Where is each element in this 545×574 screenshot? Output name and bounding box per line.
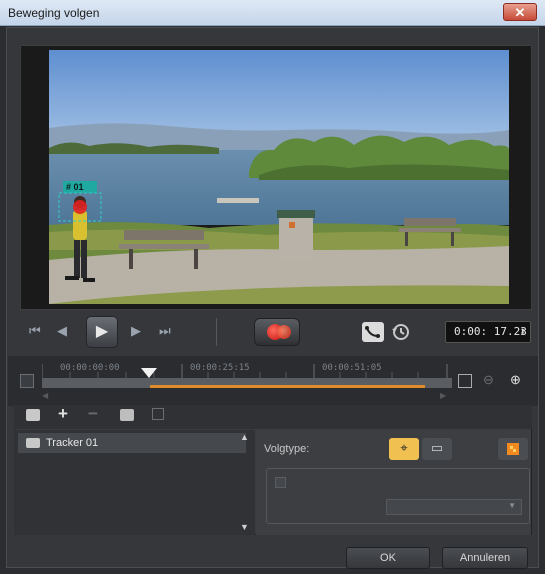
area-icon: ▭ xyxy=(430,440,444,455)
remove-tracker-button[interactable]: − xyxy=(88,404,98,424)
next-frame-button[interactable]: ▶ xyxy=(131,323,141,339)
mosaic-button[interactable] xyxy=(498,438,528,460)
go-to-start-button[interactable]: ⏮ xyxy=(29,323,41,339)
reset-history-icon[interactable] xyxy=(390,321,412,346)
tracker-tag: # 01 xyxy=(66,182,84,192)
window-title: Beweging volgen xyxy=(8,6,100,20)
scroll-down-icon[interactable]: ▼ xyxy=(240,522,249,532)
history-glyph xyxy=(392,324,409,340)
video-preview[interactable]: # 01 xyxy=(49,50,509,304)
timecode-field[interactable]: 0:00: 17.23 ⬍ xyxy=(445,321,531,343)
timeline-mark: 00:00:51:05 xyxy=(322,363,382,373)
export-icon[interactable] xyxy=(152,408,164,420)
mosaic-checkbox[interactable] xyxy=(275,477,286,488)
go-to-end-button[interactable]: ⏭ xyxy=(159,323,171,339)
eye-icon[interactable] xyxy=(26,438,40,448)
mosaic-icon xyxy=(507,443,519,455)
timecode-spinner[interactable]: ⬍ xyxy=(519,322,526,342)
cancel-button[interactable]: Annuleren xyxy=(442,547,528,569)
path-glyph xyxy=(365,326,380,338)
zoom-in-icon[interactable]: ⊕ xyxy=(510,372,521,388)
scroll-right-icon[interactable]: ▶ xyxy=(440,391,446,400)
mark-out-icon[interactable] xyxy=(458,374,472,388)
scroll-up-icon[interactable]: ▲ xyxy=(240,432,249,442)
scroll-left-icon[interactable]: ◀ xyxy=(42,391,48,400)
path-icon[interactable] xyxy=(362,322,384,342)
tracker-label: Tracker 01 xyxy=(46,437,99,449)
list-item[interactable]: Tracker 01 xyxy=(18,433,246,453)
track-point-button[interactable]: ⌖ xyxy=(389,438,419,460)
timecode-value: 0:00: 17.23 xyxy=(454,325,527,338)
record-icon-secondary xyxy=(277,325,291,339)
close-button[interactable]: ✕ xyxy=(503,3,537,21)
previous-frame-button[interactable]: ◀ xyxy=(57,323,67,339)
track-area-button[interactable]: ▭ xyxy=(422,438,452,460)
divider xyxy=(216,318,217,346)
mark-in-icon[interactable] xyxy=(20,374,34,388)
timeline-mark: 00:00:25:15 xyxy=(190,363,250,373)
eye-icon[interactable] xyxy=(26,409,40,421)
tracker-settings-icon[interactable] xyxy=(120,409,134,421)
mosaic-options-group xyxy=(266,468,530,524)
track-type-label: Volgtype: xyxy=(264,443,310,455)
timeline-mark: 00:00:00:00 xyxy=(60,363,120,373)
play-button[interactable]: ▶ xyxy=(86,316,118,348)
chevron-down-icon: ▼ xyxy=(508,501,516,510)
add-tracker-button[interactable]: + xyxy=(58,404,68,424)
tracked-range-bar xyxy=(150,385,425,388)
track-motion-button[interactable] xyxy=(254,318,300,346)
video-frame xyxy=(49,50,509,304)
mosaic-size-select[interactable]: ▼ xyxy=(386,499,522,515)
ok-button[interactable]: OK xyxy=(346,547,430,569)
crosshair-icon: ⌖ xyxy=(400,440,408,455)
zoom-out-icon[interactable]: ⊖ xyxy=(483,372,494,388)
playhead[interactable] xyxy=(141,368,157,378)
